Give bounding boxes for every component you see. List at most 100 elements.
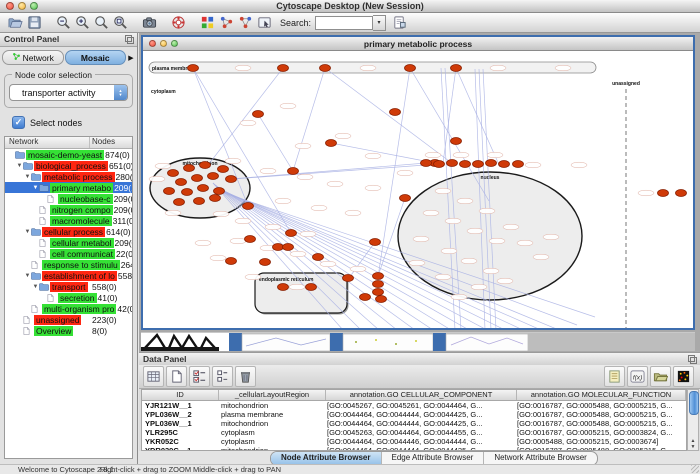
tree-row[interactable]: response to stimulu264(0) [5,259,132,270]
layout-network-icon[interactable] [218,14,235,31]
background-window-fragments[interactable] [141,332,695,351]
tab-mosaic[interactable]: Mosaic [65,50,127,65]
tree-row[interactable]: secretion41(0) [5,292,132,303]
tree-row[interactable]: Overview8(0) [5,325,132,336]
save-icon[interactable] [26,14,43,31]
toolbar-separator [130,15,140,31]
help-ring-icon[interactable] [170,14,187,31]
delete-attribute-icon[interactable] [235,366,256,387]
expand-triangle-icon[interactable]: ▼ [16,163,23,169]
unselect-attributes-icon[interactable] [212,366,233,387]
select-nodes-row: ✓ Select nodes [12,116,137,129]
snapshot-camera-icon[interactable] [141,14,158,31]
network-label: mosaic-demo-yeast [26,150,104,160]
column-header: ID [142,390,219,400]
node-color-dropdown[interactable]: transporter activity ▲▼ [9,84,128,101]
network-desktop: primary metabolic process plasma membran… [139,33,700,352]
node-count: 264(0) [120,260,132,270]
file-icon [39,206,50,214]
tree-row[interactable]: macromolecule311(0) [5,215,132,226]
network-window-titlebar[interactable]: primary metabolic process [143,37,693,51]
tree-row[interactable]: ▼biological_process651(0) [5,160,132,171]
tab-overflow-arrow[interactable]: ▶ [127,54,135,62]
vizmapper-icon[interactable] [199,14,216,31]
annotation-icon[interactable] [256,14,273,31]
network-tree-header: Network Nodes [5,137,132,149]
folder-icon [23,162,34,170]
new-attribute-icon[interactable] [166,366,187,387]
folder-icon [31,173,42,181]
select-nodes-checkbox[interactable]: ✓ [12,116,25,129]
scrollbar-arrows-icon[interactable]: ▲▼ [688,438,698,450]
tree-row[interactable]: nitrogen compo209(0) [5,204,132,215]
tree-row[interactable]: ▼metabolic process280(0) [5,171,132,182]
table-grid-icon[interactable] [143,366,164,387]
folder-icon [39,184,50,192]
open-file-icon[interactable] [7,14,24,31]
tab-label: Mosaic [81,53,110,63]
control-panel-header: Control Panel [0,33,137,47]
node-count: 41(0) [97,293,133,303]
cell-region: cytoplasm [218,437,324,446]
import-attributes-icon[interactable] [650,366,671,387]
table-scrollbar[interactable]: ▲▼ [687,389,699,451]
search-input[interactable] [315,16,373,30]
cell-go-mf: [GO:0016787, GO:0005488, GO:0005215, G..… [514,410,686,419]
table-row[interactable]: YJR121W__1mitochondrion[GO:0045267, GO:0… [142,401,686,410]
float-panel-icon[interactable] [688,355,697,364]
expand-triangle-icon[interactable]: ▼ [32,185,39,191]
expand-triangle-icon[interactable]: ▼ [24,229,31,235]
tab-network[interactable]: Network [2,50,64,65]
network-label: cellular process [42,227,105,237]
cell-region: plasma membrane [218,410,324,419]
cell-go-cc: [GO:0045263, GO:0044464, GO:0044455, G..… [324,428,514,437]
node-count: 223(0) [91,315,132,325]
search-dropdown-arrow-icon[interactable]: ▾ [373,15,386,31]
tree-row[interactable]: cellular metabol209(0) [5,237,132,248]
expand-triangle-icon[interactable]: ▼ [32,284,39,290]
scrollbar-thumb[interactable] [689,391,699,415]
node-count: 558(0) [117,271,132,281]
tree-row[interactable]: ▼cellular process614(0) [5,226,132,237]
function-builder-icon[interactable]: f(x) [627,366,648,387]
folder-icon [39,283,50,291]
expand-triangle-icon[interactable]: ▼ [24,273,31,279]
cell-go-cc: [GO:0044464, GO:0044446, GO:0044444, G..… [324,437,514,446]
search-config-icon[interactable] [391,14,408,31]
zoom-fit-icon[interactable] [93,14,110,31]
tree-row[interactable]: ▼transport558(0) [5,281,132,292]
table-row[interactable]: YKR052Ccytoplasm[GO:0044464, GO:0044446,… [142,437,686,446]
table-row[interactable]: YPL036W__1mitochondrion[GO:0044464, GO:0… [142,419,686,428]
notes-icon[interactable] [604,366,625,387]
tree-row[interactable]: mosaic-demo-yeast874(0) [5,149,132,160]
cell-go-mf: [GO:0016787, GO:0005215, GO:0003824, G..… [514,428,686,437]
table-row[interactable]: YLR295Ccytoplasm[GO:0045263, GO:0044464,… [142,428,686,437]
tree-row[interactable]: unassigned223(0) [5,314,132,325]
node-count: 651(0) [108,161,132,171]
window-titlebar[interactable]: Cytoscape Desktop (New Session) [0,0,700,13]
tree-row[interactable]: nucleobase-c209(0) [5,193,132,204]
tree-column-network: Network [5,137,90,148]
network-canvas[interactable]: plasma membranecytoplasmmitochondrionnuc… [143,51,693,328]
network-label: primary metabo [50,183,113,193]
select-attributes-icon[interactable] [189,366,210,387]
filter-network-icon[interactable] [237,14,254,31]
float-panel-icon[interactable] [125,35,134,44]
tree-row[interactable]: ▼primary metabo209(... [5,182,132,193]
resize-grip[interactable] [691,465,699,473]
cell-id: YLR295C [142,428,218,437]
control-panel: Control Panel NetworkMosaic▶ Node color … [0,33,138,464]
zoom-out-icon[interactable] [55,14,72,31]
zoom-selected-icon[interactable] [112,14,129,31]
column-header: _cellularLayoutRegion [219,390,326,400]
expand-triangle-icon[interactable]: ▼ [24,174,31,180]
cell-go-mf: [GO:0016787, GO:0005488, GO:0005215, G..… [514,401,686,410]
table-row[interactable]: YPL036W__2plasma membrane[GO:0044464, GO… [142,410,686,419]
tree-row[interactable]: ▼establishment of lo558(0) [5,270,132,281]
folder-icon [15,151,26,159]
node-count: 8(0) [91,326,132,336]
zoom-in-icon[interactable] [74,14,91,31]
matrix-view-icon[interactable] [673,366,694,387]
tree-row[interactable]: cell communicat22(0) [5,248,132,259]
tree-row[interactable]: multi-organism pro42(0) [5,303,132,314]
